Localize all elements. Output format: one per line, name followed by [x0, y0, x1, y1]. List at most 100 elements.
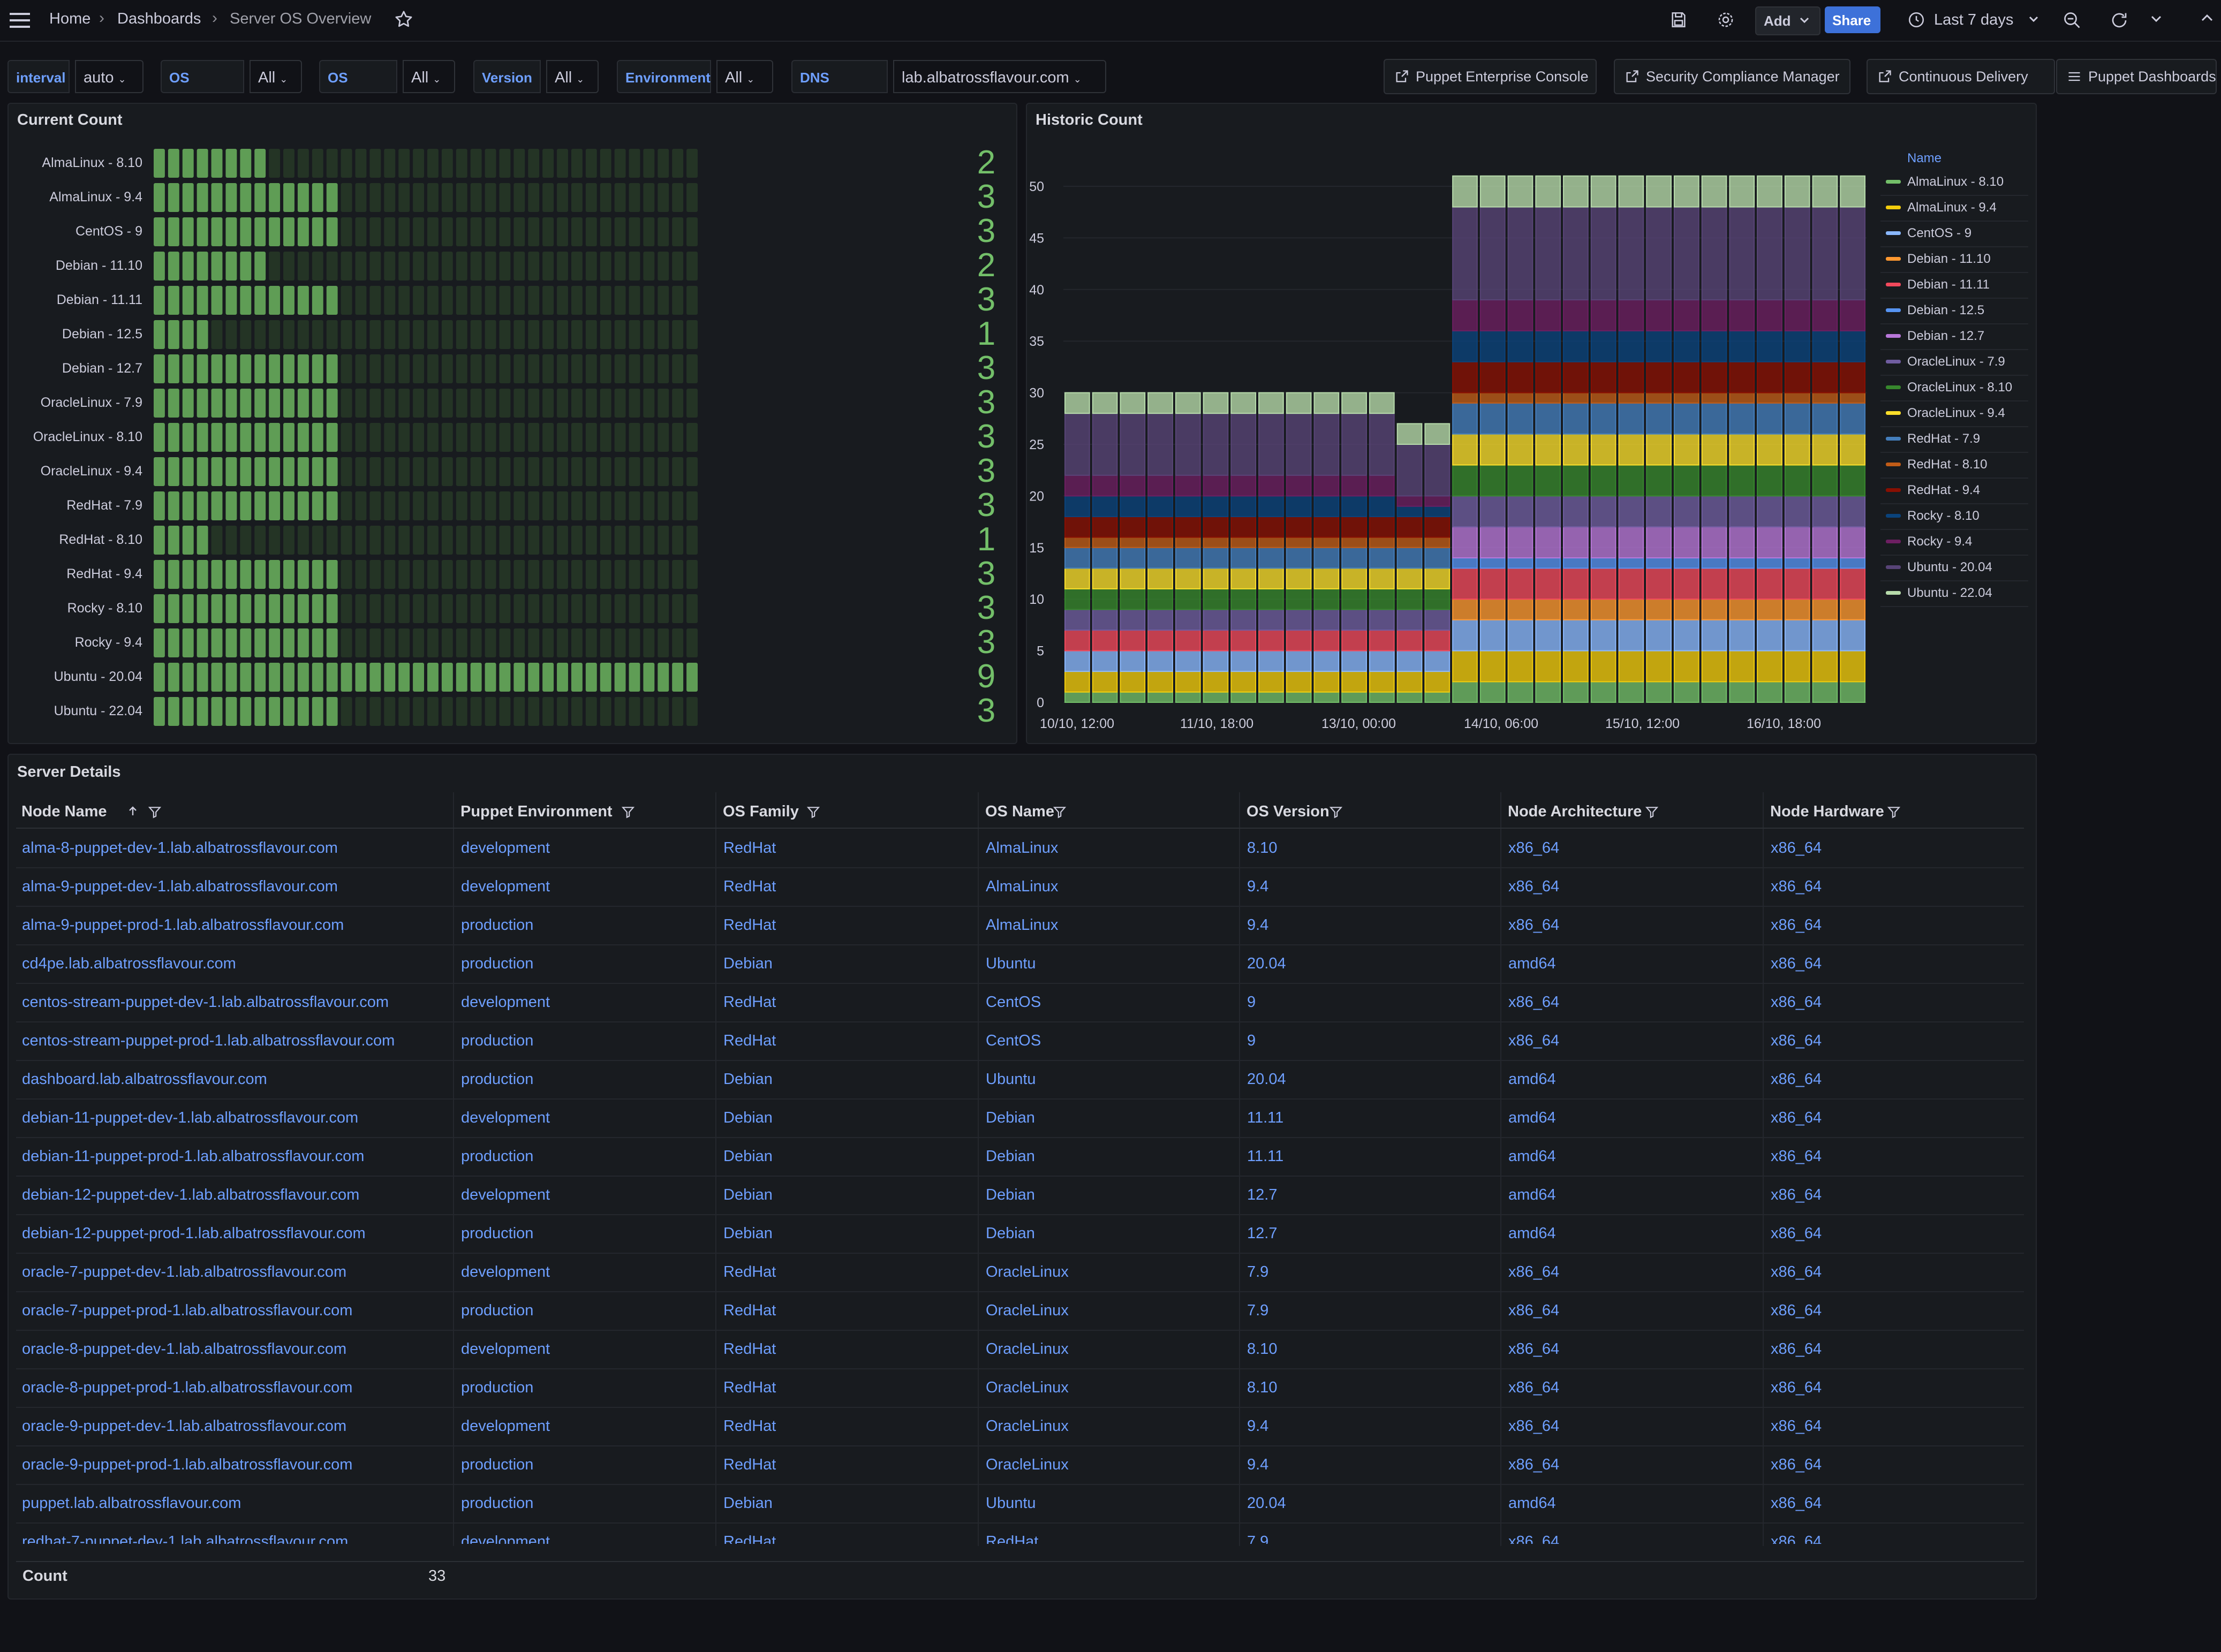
table-row[interactable]: oracle-9-puppet-dev-1.lab.albatrossflavo…	[16, 1407, 2024, 1446]
table-cell-link[interactable]: amd64	[1508, 1071, 1556, 1088]
table-row[interactable]: oracle-7-puppet-dev-1.lab.albatrossflavo…	[16, 1253, 2024, 1292]
table-row[interactable]: centos-stream-puppet-prod-1.lab.albatros…	[16, 1021, 2024, 1061]
table-cell-link[interactable]: x86_64	[1771, 916, 1822, 934]
table-cell-link[interactable]: amd64	[1508, 1109, 1556, 1127]
table-cell-link[interactable]: 8.10	[1247, 839, 1277, 857]
table-cell-link[interactable]: RedHat	[723, 916, 776, 934]
table-cell-link[interactable]: RedHat	[723, 1263, 776, 1281]
filter-icon[interactable]	[1645, 805, 1659, 819]
table-cell-link[interactable]: RedHat	[723, 1032, 776, 1050]
table-cell-link[interactable]: x86_64	[1771, 1302, 1822, 1320]
column-header[interactable]: OS Version	[1247, 803, 1329, 821]
table-cell-link[interactable]: 11.11	[1247, 1148, 1283, 1165]
table-cell-link[interactable]: amd64	[1508, 1186, 1556, 1204]
table-cell-link[interactable]: x86_64	[1771, 1071, 1822, 1088]
table-cell-link[interactable]: x86_64	[1508, 1302, 1559, 1320]
table-cell-link[interactable]: x86_64	[1508, 916, 1559, 934]
table-cell-link[interactable]: OracleLinux	[986, 1340, 1069, 1358]
table-cell-link[interactable]: x86_64	[1771, 1340, 1822, 1358]
table-cell-link[interactable]: Debian	[723, 1225, 773, 1242]
table-cell-link[interactable]: RedHat	[986, 1533, 1038, 1544]
table-cell-link[interactable]: x86_64	[1508, 839, 1559, 857]
table-cell-link[interactable]: Debian	[723, 1148, 773, 1165]
table-row[interactable]: debian-12-puppet-dev-1.lab.albatrossflav…	[16, 1176, 2024, 1215]
table-cell-link[interactable]: x86_64	[1508, 1340, 1559, 1358]
table-cell-link[interactable]: oracle-8-puppet-dev-1.lab.albatrossflavo…	[22, 1340, 346, 1358]
table-cell-link[interactable]: Debian	[986, 1148, 1035, 1165]
table-cell-link[interactable]: RedHat	[723, 878, 776, 896]
table-cell-link[interactable]: RedHat	[723, 994, 776, 1011]
table-cell-link[interactable]: x86_64	[1771, 1225, 1822, 1242]
table-row[interactable]: alma-9-puppet-prod-1.lab.albatrossflavou…	[16, 906, 2024, 945]
table-cell-link[interactable]: dashboard.lab.albatrossflavour.com	[22, 1071, 267, 1088]
table-cell-link[interactable]: cd4pe.lab.albatrossflavour.com	[22, 955, 236, 973]
table-cell-link[interactable]: development	[461, 1109, 550, 1127]
table-cell-link[interactable]: OracleLinux	[986, 1456, 1069, 1474]
table-cell-link[interactable]: development	[461, 1533, 550, 1544]
table-cell-link[interactable]: 9.4	[1247, 916, 1268, 934]
table-cell-link[interactable]: Debian	[723, 1109, 773, 1127]
table-cell-link[interactable]: x86_64	[1771, 1456, 1822, 1474]
table-cell-link[interactable]: x86_64	[1508, 1379, 1559, 1397]
table-cell-link[interactable]: development	[461, 1418, 550, 1435]
table-cell-link[interactable]: alma-9-puppet-dev-1.lab.albatrossflavour…	[22, 878, 338, 896]
filter-icon[interactable]	[148, 805, 162, 819]
table-cell-link[interactable]: RedHat	[723, 1456, 776, 1474]
table-cell-link[interactable]: production	[461, 1071, 533, 1088]
table-cell-link[interactable]: x86_64	[1771, 1263, 1822, 1281]
table-cell-link[interactable]: x86_64	[1508, 1456, 1559, 1474]
table-cell-link[interactable]: 20.04	[1247, 1495, 1286, 1512]
table-cell-link[interactable]: Debian	[723, 1071, 773, 1088]
table-cell-link[interactable]: 9.4	[1247, 878, 1268, 896]
table-cell-link[interactable]: OracleLinux	[986, 1379, 1069, 1397]
filter-icon[interactable]	[1887, 805, 1901, 819]
table-cell-link[interactable]: RedHat	[723, 1379, 776, 1397]
table-row[interactable]: puppet.lab.albatrossflavour.com productio…	[16, 1484, 2024, 1524]
table-cell-link[interactable]: centos-stream-puppet-prod-1.lab.albatros…	[22, 1032, 395, 1050]
table-cell-link[interactable]: production	[461, 1225, 533, 1242]
table-cell-link[interactable]: OracleLinux	[986, 1302, 1069, 1320]
column-header[interactable]: OS Family	[723, 803, 799, 821]
table-cell-link[interactable]: alma-8-puppet-dev-1.lab.albatrossflavour…	[22, 839, 338, 857]
table-cell-link[interactable]: x86_64	[1771, 1495, 1822, 1512]
table-cell-link[interactable]: production	[461, 1379, 533, 1397]
table-cell-link[interactable]: x86_64	[1508, 1418, 1559, 1435]
table-cell-link[interactable]: RedHat	[723, 1533, 776, 1544]
table-cell-link[interactable]: Debian	[723, 1186, 773, 1204]
table-cell-link[interactable]: development	[461, 878, 550, 896]
table-cell-link[interactable]: development	[461, 839, 550, 857]
table-cell-link[interactable]: 12.7	[1247, 1186, 1277, 1204]
table-cell-link[interactable]: x86_64	[1771, 994, 1822, 1011]
table-cell-link[interactable]: debian-12-puppet-prod-1.lab.albatrossfla…	[22, 1225, 366, 1242]
table-cell-link[interactable]: RedHat	[723, 839, 776, 857]
filter-icon[interactable]	[1329, 805, 1343, 819]
table-cell-link[interactable]: x86_64	[1771, 1418, 1822, 1435]
column-header[interactable]: Node Hardware	[1770, 803, 1884, 821]
table-cell-link[interactable]: production	[461, 1456, 533, 1474]
table-cell-link[interactable]: Debian	[723, 955, 773, 973]
table-row[interactable]: oracle-9-puppet-prod-1.lab.albatrossflav…	[16, 1445, 2024, 1485]
column-header[interactable]: OS Name	[985, 803, 1054, 821]
table-cell-link[interactable]: 7.9	[1247, 1533, 1268, 1544]
table-cell-link[interactable]: 9.4	[1247, 1418, 1268, 1435]
table-cell-link[interactable]: 7.9	[1247, 1302, 1268, 1320]
table-cell-link[interactable]: x86_64	[1771, 839, 1822, 857]
table-cell-link[interactable]: amd64	[1508, 1148, 1556, 1165]
table-cell-link[interactable]: x86_64	[1771, 1109, 1822, 1127]
column-header[interactable]: Puppet Environment	[460, 803, 613, 821]
table-row[interactable]: oracle-7-puppet-prod-1.lab.albatrossflav…	[16, 1291, 2024, 1331]
table-cell-link[interactable]: x86_64	[1771, 1533, 1822, 1544]
table-cell-link[interactable]: Debian	[986, 1186, 1035, 1204]
table-cell-link[interactable]: development	[461, 1186, 550, 1204]
table-cell-link[interactable]: Debian	[986, 1109, 1035, 1127]
table-cell-link[interactable]: production	[461, 1495, 533, 1512]
table-row[interactable]: debian-11-puppet-dev-1.lab.albatrossflav…	[16, 1098, 2024, 1138]
table-cell-link[interactable]: oracle-7-puppet-prod-1.lab.albatrossflav…	[22, 1302, 352, 1320]
table-cell-link[interactable]: Ubuntu	[986, 1495, 1036, 1512]
table-cell-link[interactable]: x86_64	[1508, 994, 1559, 1011]
table-cell-link[interactable]: oracle-8-puppet-prod-1.lab.albatrossflav…	[22, 1379, 352, 1397]
sort-ascending-icon[interactable]	[126, 804, 139, 818]
table-cell-link[interactable]: x86_64	[1771, 955, 1822, 973]
table-cell-link[interactable]: AlmaLinux	[986, 878, 1058, 896]
table-cell-link[interactable]: 20.04	[1247, 955, 1286, 973]
